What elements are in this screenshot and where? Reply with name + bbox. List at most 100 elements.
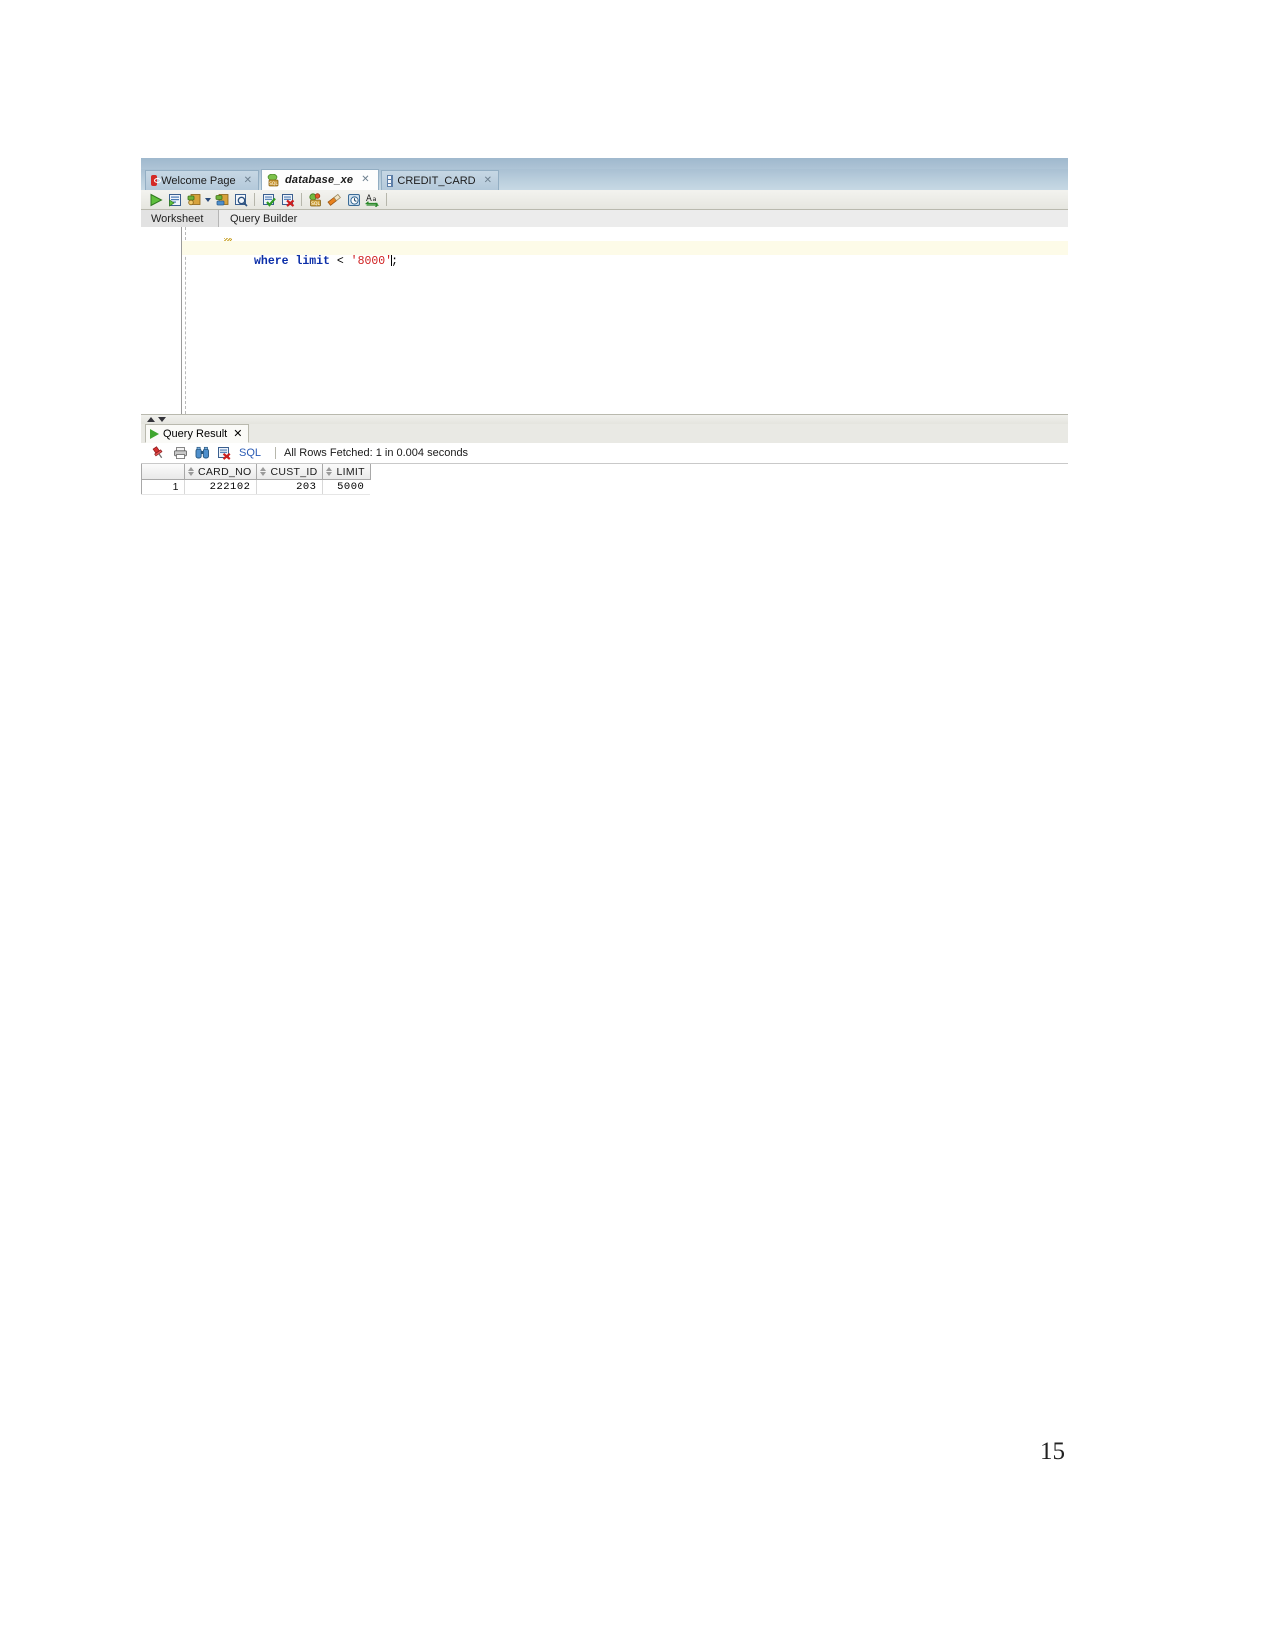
table-row[interactable]: 1 222102 203 5000	[141, 479, 371, 495]
close-icon[interactable]: ✕	[233, 427, 242, 440]
close-icon[interactable]: ✕	[242, 175, 254, 186]
sql-history-button[interactable]	[344, 191, 363, 209]
pin-result-button[interactable]	[147, 445, 169, 462]
sort-indicator-icon	[326, 466, 333, 476]
tab-credit-card-label: CREDIT_CARD	[397, 174, 476, 187]
magnifier-page-icon	[234, 193, 248, 207]
cell-card-no[interactable]: 222102	[183, 479, 257, 495]
tab-worksheet-label: Worksheet	[151, 212, 204, 225]
binoculars-icon	[195, 446, 209, 459]
editor-tab-bar: Welcome Page ✕ SQL database_xe ✕ CREDIT_…	[141, 169, 1068, 191]
tab-database-xe-label: database_xe	[285, 174, 354, 186]
run-statement-button[interactable]	[146, 191, 165, 209]
toolbar-separator	[275, 447, 277, 459]
result-tab-bar: Query Result ✕	[141, 424, 1068, 444]
window-title-strip	[141, 158, 1068, 169]
commit-check-icon	[262, 193, 276, 207]
explain-plan-dropdown[interactable]	[203, 191, 212, 209]
worksheet-subtab-bar: Worksheet Query Builder	[141, 210, 1068, 228]
close-icon[interactable]: ✕	[482, 175, 494, 186]
clear-button[interactable]	[325, 191, 344, 209]
sort-indicator-icon	[260, 466, 267, 476]
svg-text:a: a	[372, 195, 376, 203]
to-upper-lower-button[interactable]: A a	[363, 191, 382, 209]
grid-corner-cell[interactable]	[141, 464, 185, 480]
eraser-icon	[327, 193, 341, 206]
explain-plan-icon	[187, 193, 200, 205]
print-result-button[interactable]	[169, 445, 191, 462]
sql-label: SQL	[239, 447, 262, 459]
green-play-triangle-icon	[150, 193, 163, 206]
tab-welcome-page-label: Welcome Page	[161, 174, 236, 187]
clear-results-icon	[217, 447, 231, 460]
toolbar-separator	[254, 193, 255, 206]
tab-worksheet[interactable]: Worksheet	[141, 210, 219, 227]
column-header-limit-label: LIMIT	[336, 465, 365, 478]
green-play-triangle-icon	[150, 428, 159, 439]
code-token-semicolon: ;	[391, 255, 398, 268]
close-icon[interactable]: ✕	[359, 175, 371, 185]
rows-fetched-status: All Rows Fetched: 1 in 0.004 seconds	[284, 447, 469, 459]
explain-plan-button[interactable]	[184, 191, 203, 209]
row-number-cell[interactable]: 1	[141, 479, 185, 495]
tab-credit-card[interactable]: CREDIT_CARD ✕	[381, 170, 499, 190]
cell-cust-id[interactable]: 203	[256, 479, 323, 495]
clear-result-button[interactable]	[213, 445, 235, 462]
tab-database-xe[interactable]: SQL database_xe ✕	[261, 169, 379, 191]
code-token-keyword: limit	[295, 255, 330, 268]
code-token-keyword: where	[254, 255, 289, 268]
tab-welcome-page[interactable]: Welcome Page ✕	[145, 170, 259, 190]
commit-button[interactable]	[259, 191, 278, 209]
result-toolbar: SQL All Rows Fetched: 1 in 0.004 seconds	[141, 443, 1068, 463]
rollback-button[interactable]	[278, 191, 297, 209]
document-page: Welcome Page ✕ SQL database_xe ✕ CREDIT_…	[0, 0, 1275, 1651]
aa-case-icon: A a	[364, 194, 379, 207]
svg-text:SQL: SQL	[311, 201, 321, 207]
query-result-grid[interactable]: CARD_NO CUST_ID LIMIT 1 222102 203 5000	[141, 463, 1068, 656]
run-script-icon	[168, 193, 181, 207]
result-table-header-row: CARD_NO CUST_ID LIMIT	[141, 464, 371, 480]
column-header-card-no[interactable]: CARD_NO	[183, 464, 258, 480]
oracle-logo-icon	[151, 175, 162, 186]
page-number: 15	[1040, 1438, 1065, 1465]
column-header-cust-id-label: CUST_ID	[270, 465, 318, 478]
svg-text:SQL: SQL	[269, 181, 278, 187]
editor-code-area[interactable]: select * from credit_card where limit < …	[182, 227, 1068, 414]
unshared-sql-worksheet-button[interactable]: SQL	[306, 191, 325, 209]
table-grid-icon	[387, 174, 394, 187]
toolbar-separator	[301, 193, 302, 206]
code-token-string: '8000'	[350, 255, 393, 268]
code-line-1[interactable]: select * from credit_card	[182, 227, 1068, 254]
column-header-limit[interactable]: LIMIT	[322, 464, 371, 480]
printer-icon	[173, 447, 187, 460]
autotrace-button[interactable]	[212, 191, 231, 209]
history-clock-icon	[347, 193, 360, 206]
red-pushpin-icon	[152, 446, 162, 459]
sql-editor[interactable]: select * from credit_card where limit < …	[141, 227, 1068, 414]
cell-limit[interactable]: 5000	[322, 479, 371, 495]
column-header-cust-id[interactable]: CUST_ID	[256, 464, 324, 480]
sql-tuning-advisor-button[interactable]	[231, 191, 250, 209]
collapse-down-icon[interactable]	[158, 417, 166, 422]
sort-indicator-icon	[188, 466, 195, 476]
sql-worksheet-icon: SQL	[309, 192, 321, 207]
tab-query-result-label: Query Result	[163, 427, 228, 440]
run-script-button[interactable]	[165, 191, 184, 209]
column-header-card-no-label: CARD_NO	[198, 465, 252, 478]
tab-query-result[interactable]: Query Result ✕	[145, 424, 250, 443]
execution-plan-button[interactable]	[191, 445, 213, 462]
code-line-2[interactable]: where limit < '8000';	[182, 241, 1068, 268]
code-token-operator: <	[336, 255, 344, 268]
autotrace-icon	[215, 193, 228, 205]
tab-query-builder-label: Query Builder	[230, 212, 298, 225]
worksheet-toolbar: SQL A a	[141, 190, 1068, 210]
rollback-cancel-icon	[281, 193, 294, 207]
sql-developer-window: Welcome Page ✕ SQL database_xe ✕ CREDIT_…	[141, 158, 1068, 656]
database-connection-icon: SQL	[267, 173, 281, 187]
splitter-arrows[interactable]	[147, 417, 166, 422]
editor-line-gutter	[141, 227, 182, 414]
toolbar-separator	[386, 193, 387, 206]
tab-query-builder[interactable]: Query Builder	[220, 210, 310, 227]
result-table: CARD_NO CUST_ID LIMIT 1 222102 203 5000	[141, 464, 371, 495]
collapse-up-icon[interactable]	[147, 417, 155, 422]
